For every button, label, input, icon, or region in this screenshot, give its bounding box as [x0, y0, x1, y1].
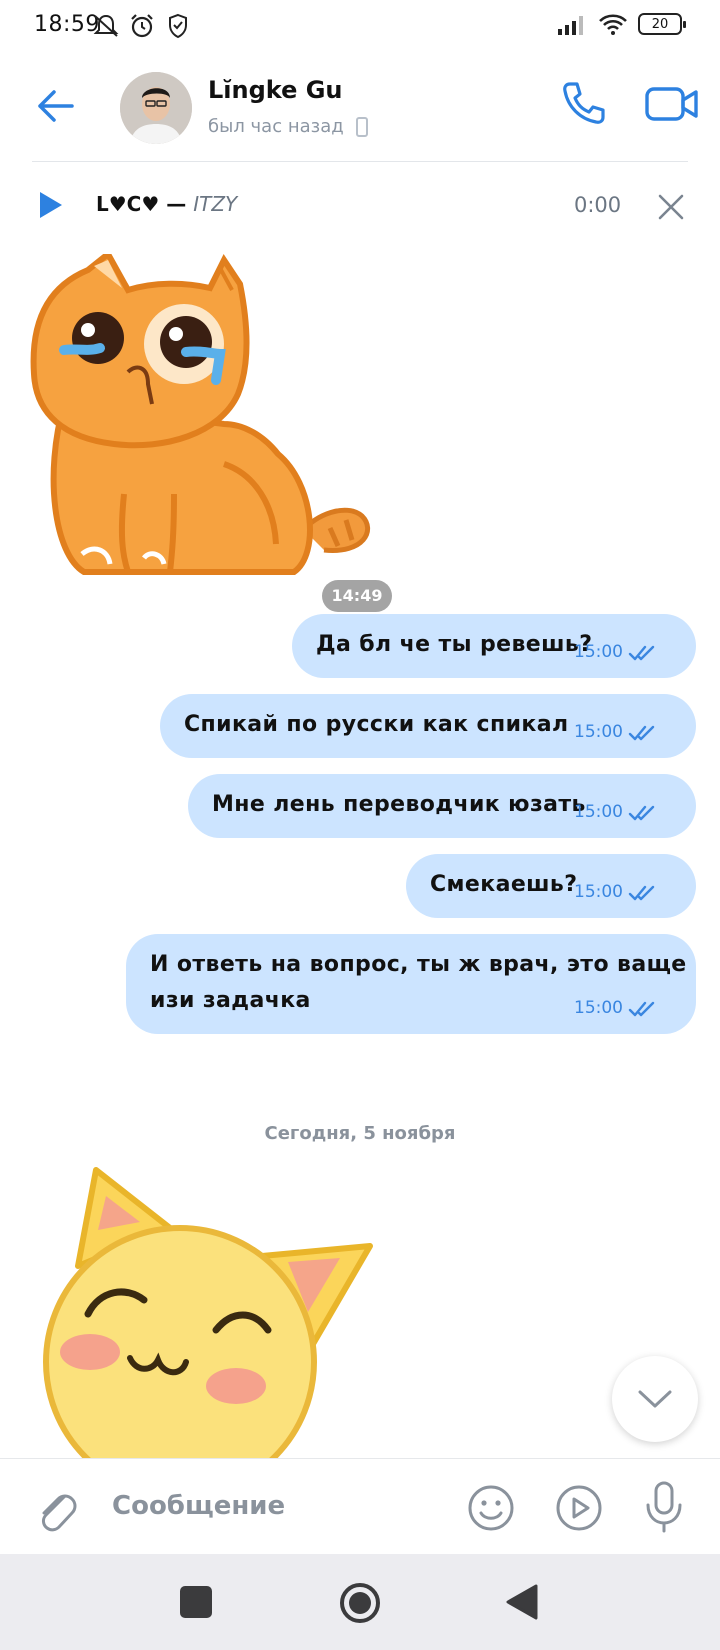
- date-separator: Сегодня, 5 ноября: [264, 1123, 456, 1144]
- double-check-icon: [628, 645, 655, 661]
- message-text: Мне лень переводчик юзать: [212, 792, 586, 817]
- recents-button[interactable]: [180, 1586, 212, 1618]
- message-text: Да бл че ты ревешь?: [316, 632, 593, 657]
- notifications-off-icon: [93, 14, 119, 37]
- double-check-icon: [628, 725, 655, 741]
- message-text-line-1: И ответь на вопрос, ты ж врач, это ваще: [150, 952, 687, 977]
- chevron-down-icon: [638, 1390, 672, 1408]
- music-player-bar[interactable]: L♥C♥ — ITZY 0:00: [0, 162, 720, 248]
- message-list[interactable]: 14:49 Да бл че ты ревешь? 15:00 Спикай п…: [0, 248, 720, 1458]
- message-text-line-2: изи задачка: [150, 988, 311, 1013]
- message-text: Спикай по русски как спикал: [184, 712, 569, 737]
- avatar[interactable]: [120, 72, 192, 144]
- sticker-time: 14:49: [322, 580, 392, 612]
- track-time: 0:00: [574, 193, 622, 217]
- battery-level: 20: [651, 16, 669, 32]
- message-time: 15:00: [574, 998, 623, 1018]
- message-time: 15:00: [574, 722, 623, 742]
- emoji-icon[interactable]: [466, 1483, 516, 1533]
- status-time: 18:59: [34, 12, 100, 37]
- avatar-photo: [120, 72, 192, 144]
- close-icon[interactable]: [656, 192, 686, 222]
- double-check-icon: [628, 1001, 655, 1017]
- nav-back-button[interactable]: [504, 1582, 540, 1622]
- message-time: 15:00: [574, 882, 623, 902]
- alarm-icon: [131, 14, 153, 38]
- message-time: 15:00: [574, 642, 623, 662]
- outgoing-message[interactable]: Мне лень переводчик юзать 15:00: [188, 774, 696, 838]
- attach-icon[interactable]: [34, 1485, 78, 1533]
- track-title: L♥C♥: [96, 192, 160, 216]
- system-navigation-bar: [0, 1554, 720, 1650]
- signal-icon: [558, 16, 583, 35]
- track-separator: —: [159, 192, 194, 216]
- shield-icon: [169, 13, 187, 39]
- sticker-smiling-cat[interactable]: [40, 1166, 380, 1458]
- status-bar: 18:59 20: [0, 0, 720, 54]
- sticker-crying-cat[interactable]: [24, 254, 394, 602]
- home-button[interactable]: [338, 1581, 382, 1625]
- contact-status: был час назад: [208, 116, 368, 137]
- back-button[interactable]: [34, 84, 78, 128]
- message-input[interactable]: [112, 1481, 432, 1531]
- outgoing-message[interactable]: Спикай по русски как спикал 15:00: [160, 694, 696, 758]
- message-composer: [0, 1458, 720, 1554]
- video-call-button[interactable]: [644, 80, 700, 128]
- outgoing-message[interactable]: Да бл че ты ревешь? 15:00: [292, 614, 696, 678]
- battery-icon: 20: [638, 13, 686, 35]
- track-info[interactable]: L♥C♥ — ITZY: [96, 192, 237, 216]
- last-seen-text: был час назад: [208, 116, 344, 137]
- video-message-icon[interactable]: [554, 1483, 604, 1533]
- play-icon[interactable]: [36, 190, 66, 220]
- message-time: 15:00: [574, 802, 623, 822]
- double-check-icon: [628, 885, 655, 901]
- phone-call-button[interactable]: [558, 78, 608, 128]
- mobile-device-icon: [355, 116, 368, 137]
- contact-name[interactable]: Lĭngke Gu: [208, 76, 343, 104]
- message-text: Смекаешь?: [430, 872, 578, 897]
- microphone-icon[interactable]: [644, 1479, 684, 1535]
- outgoing-message[interactable]: И ответь на вопрос, ты ж врач, это ваще …: [126, 934, 696, 1034]
- wifi-icon: [599, 14, 627, 35]
- track-artist: ITZY: [193, 192, 238, 216]
- outgoing-message[interactable]: Смекаешь? 15:00: [406, 854, 696, 918]
- double-check-icon: [628, 805, 655, 821]
- scroll-to-bottom-button[interactable]: [612, 1356, 698, 1442]
- chat-header: Lĭngke Gu был час назад: [0, 54, 720, 162]
